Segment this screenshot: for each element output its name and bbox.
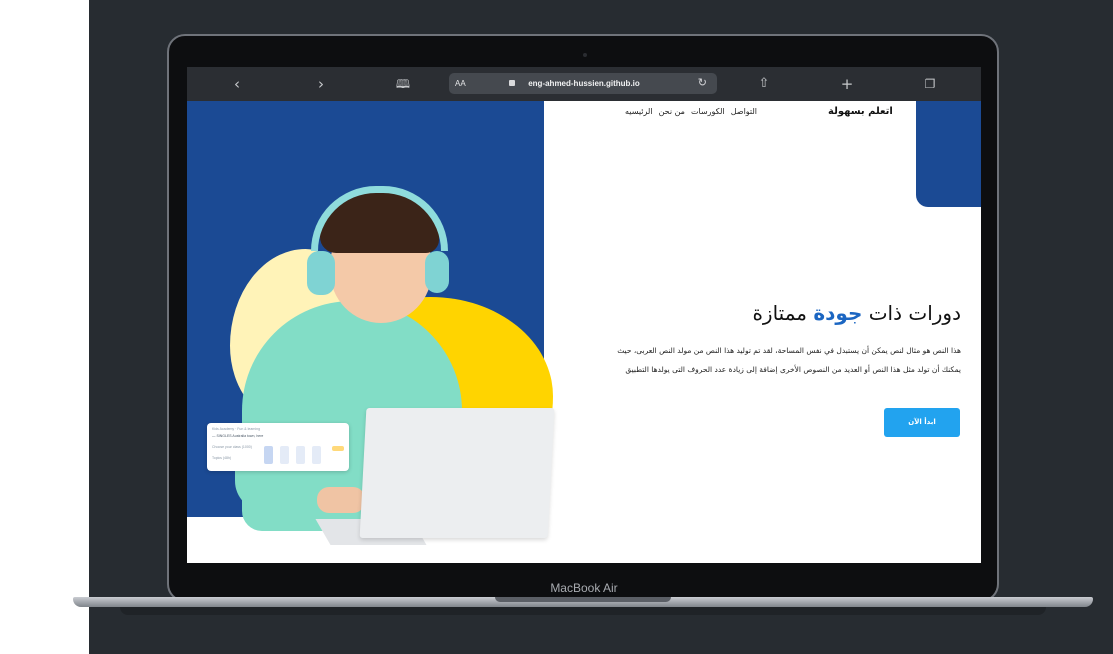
card-line: Topics (48h): [212, 456, 232, 460]
chevron-left-icon[interactable]: ‹: [227, 74, 247, 94]
address-bar[interactable]: AA eng-ahmed-hussien.github.io ↻: [449, 73, 717, 94]
stage: ‹ › 🕮 AA eng-ahmed-hussien.github.io ↻ ⇧…: [0, 0, 1113, 654]
card-line: — SINGLES Australia town, here: [212, 434, 264, 438]
nav-item-about[interactable]: من نحن: [659, 107, 685, 116]
card-block: [264, 446, 273, 464]
corner-blue-panel: [916, 101, 981, 207]
share-icon[interactable]: ⇧: [754, 74, 774, 94]
hero-title-part: دورات ذات: [862, 301, 961, 325]
reader-toggle[interactable]: AA: [455, 76, 466, 91]
laptop-lid: ‹ › 🕮 AA eng-ahmed-hussien.github.io ↻ ⇧…: [167, 34, 999, 602]
card-block: [312, 446, 321, 464]
laptop-notch: [495, 597, 671, 602]
hero-title: دورات ذات جودة ممتازة: [657, 301, 961, 325]
url-text[interactable]: eng-ahmed-hussien.github.io: [499, 76, 669, 91]
laptop-base-shadow: [120, 607, 1046, 615]
floating-ui-card: Kids Academy · Fun & learning — SINGLES …: [207, 423, 349, 471]
card-block: [280, 446, 289, 464]
chevron-right-icon[interactable]: ›: [311, 74, 331, 94]
hero-description: هذا النص هو مثال لنص يمكن أن يستبدل في ن…: [617, 346, 961, 374]
site-brand[interactable]: اتعلم بسهولة: [828, 106, 893, 117]
plus-icon[interactable]: +: [837, 74, 857, 94]
laptop-screen: ‹ › 🕮 AA eng-ahmed-hussien.github.io ↻ ⇧…: [187, 67, 981, 563]
card-badge: [332, 446, 344, 451]
card-block: [296, 446, 305, 464]
headphone-earcup-left: [307, 251, 335, 295]
camera-icon: [583, 53, 587, 57]
nav-item-home[interactable]: الرئيسيه: [625, 107, 653, 116]
start-now-button[interactable]: ابدأ الآن: [884, 408, 960, 437]
site-nav: الرئيسيه من نحن الكورسات التواصل: [625, 107, 790, 116]
hero-title-accent: جودة: [813, 301, 863, 325]
webpage: اتعلم بسهولة الرئيسيه من نحن الكورسات ال…: [187, 101, 981, 563]
laptop-base: [73, 597, 1093, 607]
hero-title-part: ممتازة: [752, 301, 814, 325]
headphone-earcup-right: [425, 251, 449, 293]
illustration-laptop: [359, 408, 555, 538]
nav-item-courses[interactable]: الكورسات: [691, 107, 725, 116]
browser-toolbar: ‹ › 🕮 AA eng-ahmed-hussien.github.io ↻ ⇧…: [187, 67, 981, 101]
book-icon[interactable]: 🕮: [393, 74, 413, 94]
tabs-icon[interactable]: ❐: [920, 74, 940, 94]
card-line: Kids Academy · Fun & learning: [212, 427, 261, 431]
boy-hand: [317, 487, 365, 513]
reload-icon[interactable]: ↻: [698, 75, 707, 91]
card-line: Choose your class (1000): [212, 445, 252, 449]
nav-item-contact[interactable]: التواصل: [731, 107, 757, 116]
